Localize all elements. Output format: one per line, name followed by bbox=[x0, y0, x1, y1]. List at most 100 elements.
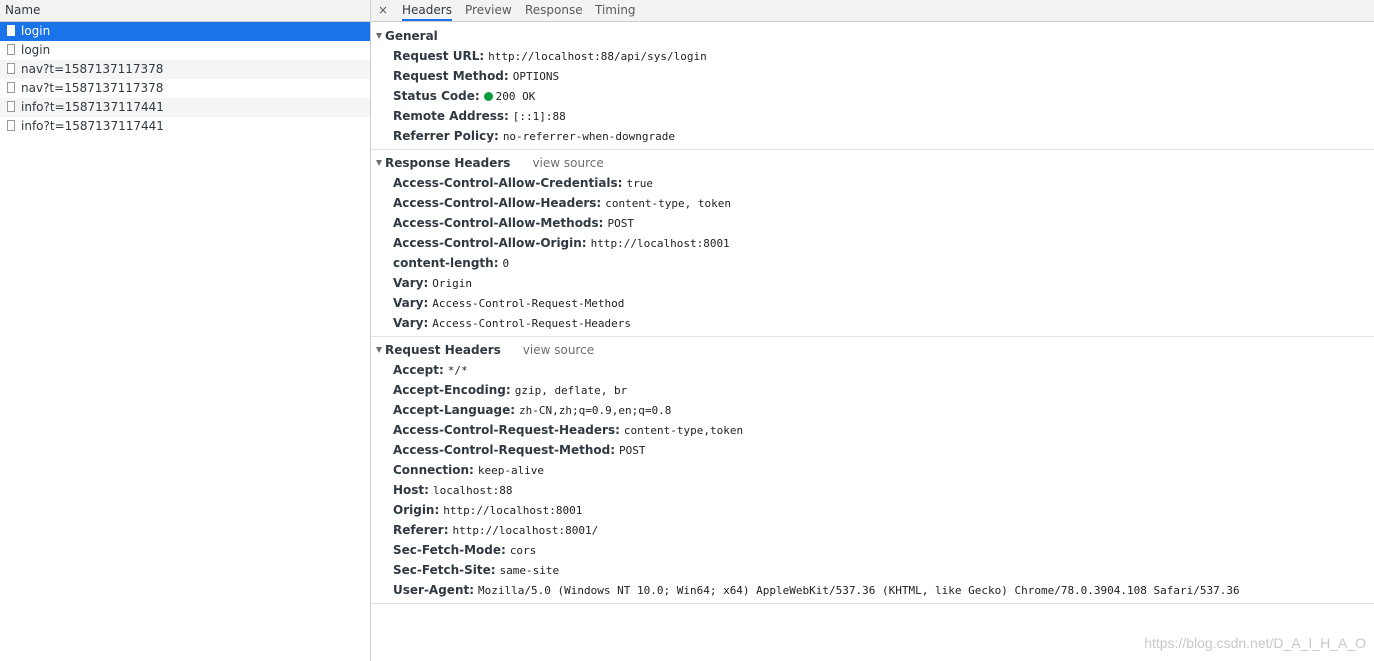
header-value: same-site bbox=[499, 564, 560, 577]
header-value: */* bbox=[447, 364, 468, 377]
header-value: 0 bbox=[502, 257, 510, 270]
header-row: Access-Control-Allow-Credentials: true bbox=[371, 173, 1374, 193]
header-name: Accept-Language: bbox=[393, 403, 516, 417]
document-icon bbox=[7, 44, 15, 55]
header-name: Access-Control-Allow-Credentials: bbox=[393, 176, 623, 190]
request-row[interactable]: login bbox=[0, 41, 370, 60]
header-value: true bbox=[626, 177, 653, 190]
header-value: localhost:88 bbox=[432, 484, 513, 497]
tab-timing[interactable]: Timing bbox=[595, 0, 636, 21]
collapse-triangle-icon bbox=[376, 33, 382, 39]
section-title: Request Headers bbox=[385, 343, 501, 357]
header-name: Vary: bbox=[393, 316, 429, 330]
view-source-link[interactable]: view source bbox=[523, 343, 594, 357]
tab-preview[interactable]: Preview bbox=[465, 0, 512, 21]
request-row[interactable]: nav?t=1587137117378 bbox=[0, 60, 370, 79]
header-value: no-referrer-when-downgrade bbox=[502, 130, 675, 143]
document-icon bbox=[7, 120, 15, 131]
general-section: General Request URL: http://localhost:88/… bbox=[371, 22, 1374, 150]
header-row: Status Code: 200 OK bbox=[371, 86, 1374, 106]
request-name: info?t=1587137117441 bbox=[21, 100, 164, 114]
header-row: Access-Control-Allow-Origin: http://local… bbox=[371, 233, 1374, 253]
request-row[interactable]: nav?t=1587137117378 bbox=[0, 79, 370, 98]
request-headers-section: Request Headers view source Accept: */* Ac… bbox=[371, 337, 1374, 604]
details-tabbar: × Headers Preview Response Timing bbox=[371, 0, 1374, 22]
tab-headers[interactable]: Headers bbox=[402, 0, 452, 21]
header-value: Access-Control-Request-Headers bbox=[432, 317, 631, 330]
general-section-header[interactable]: General bbox=[371, 26, 1374, 46]
request-name: nav?t=1587137117378 bbox=[21, 62, 164, 76]
document-icon bbox=[7, 25, 15, 36]
header-row: Accept-Encoding: gzip, deflate, br bbox=[371, 380, 1374, 400]
header-value: Access-Control-Request-Method bbox=[432, 297, 625, 310]
request-name: nav?t=1587137117378 bbox=[21, 81, 164, 95]
request-list-panel: Name login login nav?t=1587137117378 nav… bbox=[0, 0, 371, 661]
collapse-triangle-icon bbox=[376, 347, 382, 353]
header-row: Request Method: OPTIONS bbox=[371, 66, 1374, 86]
header-value: Origin bbox=[432, 277, 473, 290]
header-value: keep-alive bbox=[477, 464, 545, 477]
request-name: login bbox=[21, 24, 51, 38]
header-value: [::1]:88 bbox=[512, 110, 566, 123]
header-row: Accept-Language: zh-CN,zh;q=0.9,en;q=0.8 bbox=[371, 400, 1374, 420]
header-row: User-Agent: Mozilla/5.0 (Windows NT 10.0;… bbox=[371, 580, 1374, 600]
header-name: User-Agent: bbox=[393, 583, 475, 597]
header-name: Access-Control-Request-Headers: bbox=[393, 423, 620, 437]
status-ok-icon bbox=[483, 92, 493, 101]
header-value: content-type,token bbox=[623, 424, 744, 437]
response-headers-section-header[interactable]: Response Headers view source bbox=[371, 153, 1374, 173]
header-name: Accept-Encoding: bbox=[393, 383, 511, 397]
header-row: Sec-Fetch-Mode: cors bbox=[371, 540, 1374, 560]
header-name: Access-Control-Allow-Headers: bbox=[393, 196, 602, 210]
section-title: General bbox=[385, 29, 438, 43]
header-row: Accept: */* bbox=[371, 360, 1374, 380]
header-value: http://localhost:8001/ bbox=[452, 524, 599, 537]
header-name: Origin: bbox=[393, 503, 440, 517]
header-name: Host: bbox=[393, 483, 429, 497]
request-headers-section-header[interactable]: Request Headers view source bbox=[371, 340, 1374, 360]
header-row: Vary: Access-Control-Request-Headers bbox=[371, 313, 1374, 333]
header-row: Host: localhost:88 bbox=[371, 480, 1374, 500]
header-name: Sec-Fetch-Site: bbox=[393, 563, 496, 577]
document-icon bbox=[7, 101, 15, 112]
close-icon[interactable]: × bbox=[377, 2, 389, 18]
header-value: Mozilla/5.0 (Windows NT 10.0; Win64; x64… bbox=[478, 584, 1240, 597]
header-row: Sec-Fetch-Site: same-site bbox=[371, 560, 1374, 580]
header-row: Access-Control-Allow-Methods: POST bbox=[371, 213, 1374, 233]
header-name: Sec-Fetch-Mode: bbox=[393, 543, 506, 557]
tab-response[interactable]: Response bbox=[525, 0, 583, 21]
header-row: Remote Address: [::1]:88 bbox=[371, 106, 1374, 126]
request-name: info?t=1587137117441 bbox=[21, 119, 164, 133]
header-row: Vary: Origin bbox=[371, 273, 1374, 293]
request-row[interactable]: info?t=1587137117441 bbox=[0, 117, 370, 136]
header-value: http://localhost:8001 bbox=[590, 237, 730, 250]
section-title: Response Headers bbox=[385, 156, 511, 170]
request-name: login bbox=[21, 43, 51, 57]
header-row: Referrer Policy: no-referrer-when-downgra… bbox=[371, 126, 1374, 146]
document-icon bbox=[7, 63, 15, 74]
header-name: Remote Address: bbox=[393, 109, 509, 123]
header-value: http://localhost:8001 bbox=[443, 504, 583, 517]
header-name: Referrer Policy: bbox=[393, 129, 499, 143]
header-value: zh-CN,zh;q=0.9,en;q=0.8 bbox=[519, 404, 672, 417]
name-column-header[interactable]: Name bbox=[0, 0, 370, 22]
header-name: Accept: bbox=[393, 363, 444, 377]
request-row[interactable]: info?t=1587137117441 bbox=[0, 98, 370, 117]
header-value: content-type, token bbox=[605, 197, 732, 210]
request-row[interactable]: login bbox=[0, 22, 370, 41]
view-source-link[interactable]: view source bbox=[532, 156, 603, 170]
header-name: Connection: bbox=[393, 463, 474, 477]
request-details-panel: × Headers Preview Response Timing Genera… bbox=[371, 0, 1374, 661]
header-value: OPTIONS bbox=[512, 70, 560, 83]
header-row: Access-Control-Allow-Headers: content-typ… bbox=[371, 193, 1374, 213]
header-row: Referer: http://localhost:8001/ bbox=[371, 520, 1374, 540]
header-row: Vary: Access-Control-Request-Method bbox=[371, 293, 1374, 313]
header-value: POST bbox=[607, 217, 634, 230]
header-name: Vary: bbox=[393, 296, 429, 310]
watermark: https://blog.csdn.net/D_A_I_H_A_O bbox=[1144, 635, 1366, 651]
header-value: 200 OK bbox=[495, 90, 536, 103]
header-name: Request Method: bbox=[393, 69, 509, 83]
header-name: Status Code: bbox=[393, 89, 480, 103]
collapse-triangle-icon bbox=[376, 160, 382, 166]
header-name: Referer: bbox=[393, 523, 449, 537]
